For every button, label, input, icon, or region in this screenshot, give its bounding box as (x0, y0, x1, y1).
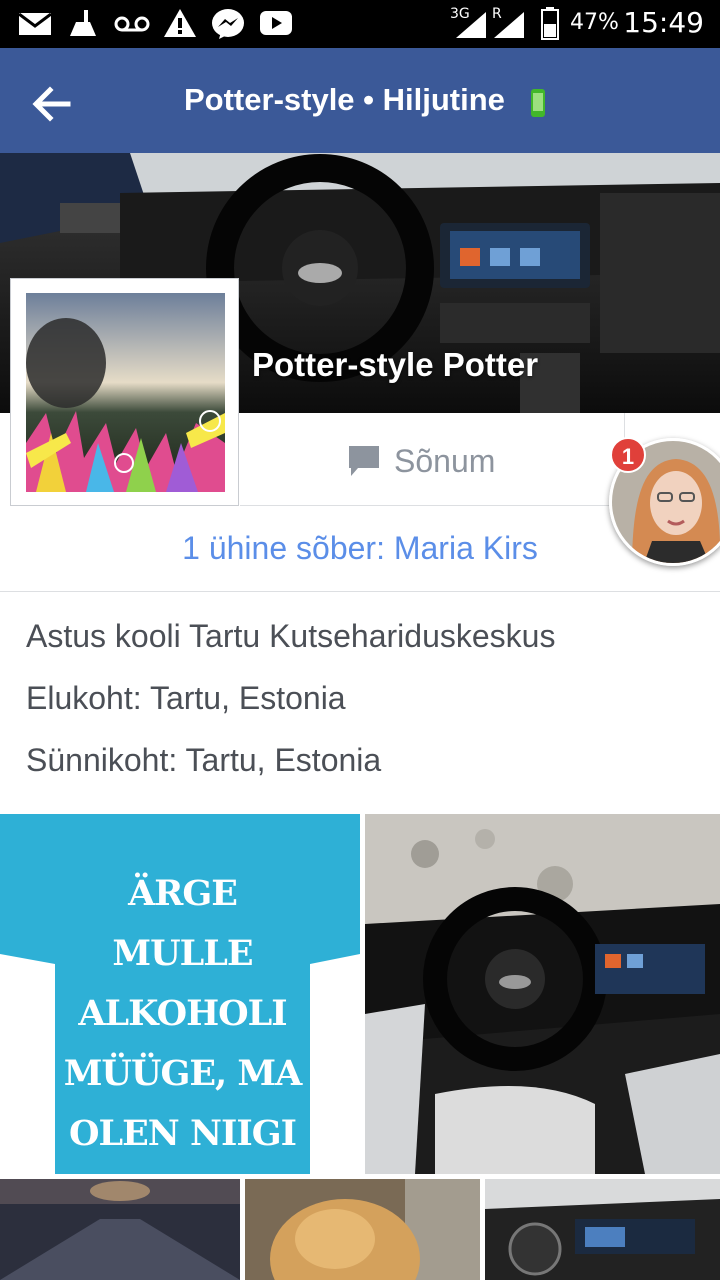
tshirt-line: ALKOHOLI (78, 993, 287, 1034)
photo-road-sunset[interactable] (0, 1179, 240, 1280)
voicemail-icon (114, 16, 150, 32)
info-education: Astus kooli Tartu Kutsehariduskeskus (26, 618, 556, 654)
battery-icon (541, 7, 559, 40)
profile-name: Potter-style Potter (252, 346, 539, 383)
tshirt-line: MÜÜGE, MA (63, 1053, 303, 1094)
profile-picture-image (26, 293, 225, 492)
info-birthplace: Sünnikoht: Tartu, Estonia (26, 742, 382, 778)
message-bubble-icon (349, 446, 379, 476)
photo-tshirt[interactable]: ÄRGE MULLE ALKOHOLI MÜÜGE, MA OLEN NIIGI… (0, 814, 360, 1174)
battery-percent: 47% (570, 10, 619, 35)
tshirt-line: OLEN NIIGI (69, 1113, 297, 1154)
signal-icon (456, 12, 486, 38)
warning-icon (164, 9, 196, 37)
cleaner-icon (70, 10, 96, 36)
arrow-left-icon[interactable] (24, 76, 80, 132)
page-title: Potter-style • Hiljutine (184, 82, 505, 117)
signal-icon-2 (494, 12, 524, 38)
tshirt-text: ÄRGE MULLE ALKOHOLI MÜÜGE, MA OLEN NIIGI… (55, 864, 310, 1174)
mobile-active-icon (531, 89, 545, 117)
message-button-label: Sõnum (394, 442, 496, 479)
status-bar: 3G R 47% 15:49 (0, 0, 720, 48)
youtube-icon (260, 11, 292, 35)
profile-picture[interactable] (10, 278, 239, 506)
mail-icon (18, 12, 52, 35)
photo-car-dashboard[interactable] (485, 1179, 720, 1280)
info-residence: Elukoht: Tartu, Estonia (26, 680, 346, 716)
message-button[interactable]: Sõnum (346, 438, 495, 484)
app-bar: Potter-style • Hiljutine (0, 48, 720, 153)
tshirt-line: LOLLAKAS (55, 1164, 310, 1174)
photo-cat[interactable] (245, 1179, 480, 1280)
tshirt-line: ÄRGE MULLE (112, 873, 253, 974)
mutual-friends-link[interactable]: 1 ühine sõber: Maria Kirs (0, 530, 720, 567)
chat-head-badge: 1 (610, 437, 646, 473)
clock: 15:49 (623, 6, 704, 39)
messenger-icon (212, 9, 244, 39)
photo-car-interior[interactable] (365, 814, 720, 1174)
mutual-friends-row[interactable]: 1 ühine sõber: Maria Kirs (0, 506, 720, 592)
